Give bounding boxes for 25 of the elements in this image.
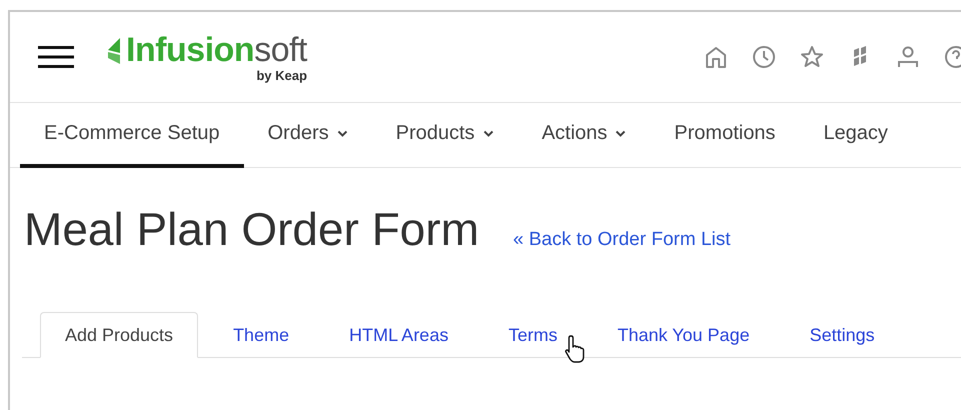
home-icon[interactable] [703,44,729,70]
tab[interactable]: Theme [208,312,314,357]
back-link[interactable]: « Back to Order Form List [513,229,731,251]
logo-subtitle: by Keap [256,68,308,83]
nav-tab[interactable]: Products [372,103,518,168]
logo-text: Infusionsoft [126,31,308,70]
nav-tab[interactable]: Orders [244,103,372,168]
menu-icon[interactable] [38,45,74,69]
nav-tab[interactable]: Legacy [799,103,912,168]
tab[interactable]: Add Products [40,312,198,358]
logo-icon [106,36,122,66]
clock-icon[interactable] [751,44,777,70]
chevron-icon [615,130,626,138]
tab[interactable]: Thank You Page [592,312,775,357]
chevron-icon [336,130,348,138]
nav-tab[interactable]: Promotions [650,103,800,168]
nav-tab[interactable]: E-Commerce Setup [20,103,244,168]
page-title: Meal Plan Order Form [24,202,480,256]
nav-tab[interactable]: Actions [518,103,650,168]
user-icon[interactable] [895,44,921,70]
tab[interactable]: Terms [483,312,582,357]
chevron-icon [482,130,494,138]
star-icon[interactable] [799,44,825,70]
tab[interactable]: HTML Areas [324,312,474,357]
tab[interactable]: Settings [784,312,900,357]
